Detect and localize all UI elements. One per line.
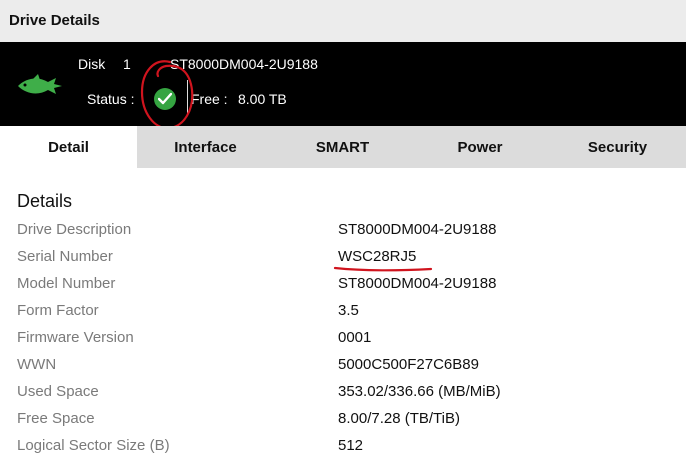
- disk-number: 1: [123, 56, 131, 72]
- tab-bar: Detail Interface SMART Power Security: [0, 126, 686, 168]
- detail-value: WSC28RJ5: [338, 248, 417, 265]
- detail-value: ST8000DM004-2U9188: [338, 275, 497, 292]
- detail-label: Firmware Version: [17, 329, 134, 346]
- detail-value: ST8000DM004-2U9188: [338, 221, 497, 238]
- detail-row: WWN 5000C500F27C6B89: [0, 356, 686, 383]
- detail-label: Form Factor: [17, 302, 99, 319]
- detail-label: WWN: [17, 356, 57, 373]
- title-bar: Drive Details: [0, 0, 686, 42]
- detail-label: Serial Number: [17, 248, 113, 265]
- detail-value: 353.02/336.66 (MB/MiB): [338, 383, 501, 400]
- free-value: 8.00 TB: [238, 91, 287, 107]
- detail-label: Drive Description: [17, 221, 132, 238]
- disk-label: Disk: [78, 56, 106, 72]
- detail-value: 512: [338, 437, 364, 454]
- banner-divider: [187, 80, 188, 114]
- tab-detail[interactable]: Detail: [0, 126, 137, 168]
- detail-row: Firmware Version 0001: [0, 329, 686, 356]
- status-label: Status :: [87, 91, 135, 107]
- detail-row: Drive Description ST8000DM004-2U9188: [0, 221, 686, 248]
- detail-value: 8.00/7.28 (TB/TiB): [338, 410, 460, 427]
- drive-banner: Disk 1 ST8000DM004-2U9188 Status : Free …: [0, 42, 686, 126]
- free-label: Free :: [191, 91, 228, 107]
- detail-label: Used Space: [17, 383, 99, 400]
- detail-value: 3.5: [338, 302, 359, 319]
- barracuda-logo-icon: [18, 74, 62, 94]
- annotation-underline: [333, 266, 433, 272]
- detail-row: Logical Sector Size (B) 512: [0, 437, 686, 457]
- detail-row: Model Number ST8000DM004-2U9188: [0, 275, 686, 302]
- tab-security[interactable]: Security: [549, 126, 686, 168]
- detail-row: Form Factor 3.5: [0, 302, 686, 329]
- check-circle-icon: [154, 88, 176, 110]
- detail-label: Model Number: [17, 275, 116, 292]
- tab-power[interactable]: Power: [411, 126, 549, 168]
- detail-label: Free Space: [17, 410, 95, 427]
- disk-model: ST8000DM004-2U9188: [170, 56, 318, 72]
- window-title: Drive Details: [9, 12, 100, 29]
- detail-value: 5000C500F27C6B89: [338, 356, 479, 373]
- details-heading: Details: [17, 191, 73, 211]
- tab-interface[interactable]: Interface: [137, 126, 274, 168]
- detail-row: Free Space 8.00/7.28 (TB/TiB): [0, 410, 686, 437]
- tab-smart[interactable]: SMART: [274, 126, 411, 168]
- detail-label: Logical Sector Size (B): [17, 437, 170, 454]
- detail-value: 0001: [338, 329, 372, 346]
- detail-row: Used Space 353.02/336.66 (MB/MiB): [0, 383, 686, 410]
